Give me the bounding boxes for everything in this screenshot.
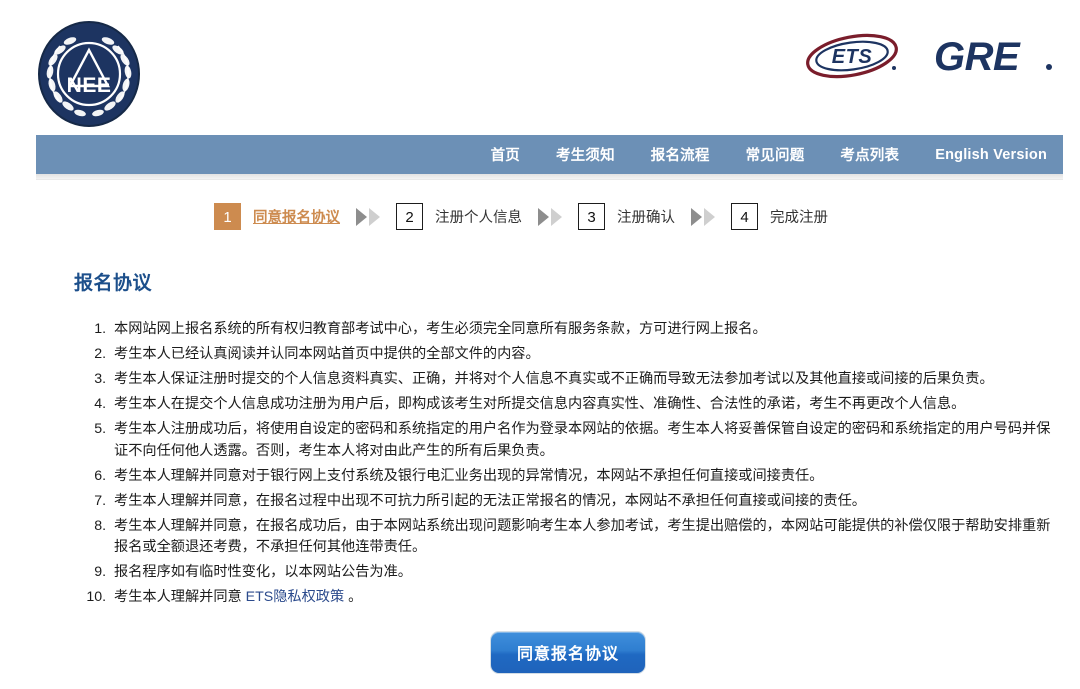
nav-bar: 首页 考生须知 报名流程 常见问题 考点列表 English Version [36, 135, 1063, 174]
step-4-label: 完成注册 [770, 210, 828, 226]
nav-item-process[interactable]: 报名流程 [651, 144, 710, 165]
agreement-terms-list: 本网站网上报名系统的所有权归教育部考试中心，考生必须完全同意所有服务条款，方可进… [74, 319, 1062, 609]
main-navigation: 首页 考生须知 报名流程 常见问题 考点列表 English Version [36, 135, 1063, 180]
step-1-label[interactable]: 同意报名协议 [253, 206, 340, 227]
nav-item-faq[interactable]: 常见问题 [746, 144, 805, 165]
nav-item-home[interactable]: 首页 [491, 144, 520, 165]
list-item: 本网站网上报名系统的所有权归教育部考试中心，考生必须完全同意所有服务条款，方可进… [110, 319, 1062, 341]
page-header: NEE ETS GRE [0, 0, 1080, 135]
page-title: 报名协议 [74, 273, 153, 294]
nav-item-english[interactable]: English Version [935, 147, 1047, 163]
step-4-number: 4 [731, 203, 758, 230]
arrow-right-icon [704, 207, 715, 226]
step-1-number: 1 [214, 203, 241, 230]
step-arrow-3 [691, 207, 715, 226]
nee-logo: NEE [38, 21, 140, 127]
step-3-label: 注册确认 [617, 210, 675, 226]
list-item: 考生本人保证注册时提交的个人信息资料真实、正确，并将对个人信息不真实或不正确而导… [110, 369, 1062, 391]
agreement-content: 报名协议 本网站网上报名系统的所有权归教育部考试中心，考生必须完全同意所有服务条… [0, 268, 1080, 674]
step-1[interactable]: 1 同意报名协议 [214, 203, 340, 230]
list-item-privacy: 考生本人理解并同意 ETS隐私权政策 。 [110, 587, 1062, 609]
arrow-right-icon [369, 207, 380, 226]
privacy-suffix-text: 。 [344, 589, 363, 605]
list-item: 考生本人在提交个人信息成功注册为用户后，即构成该考生对所提交信息内容真实性、准确… [110, 394, 1062, 416]
gre-logo: GRE [934, 35, 1052, 79]
nav-item-notice[interactable]: 考生须知 [556, 144, 615, 165]
arrow-right-icon [538, 207, 549, 226]
step-4: 4 完成注册 [731, 203, 828, 230]
agree-agreement-button[interactable]: 同意报名协议 [489, 630, 646, 674]
privacy-prefix-text: 考生本人理解并同意 [114, 589, 246, 605]
list-item: 考生本人理解并同意，在报名过程中出现不可抗力所引起的无法正常报名的情况，本网站不… [110, 491, 1062, 513]
arrow-right-icon [691, 207, 702, 226]
list-item: 考生本人注册成功后，将使用自设定的密码和系统指定的用户名作为登录本网站的依据。考… [110, 419, 1062, 462]
step-3-number: 3 [578, 203, 605, 230]
brand-marks: ETS GRE [802, 33, 1058, 79]
nav-underline-strip [36, 174, 1063, 180]
arrow-right-icon [356, 207, 367, 226]
step-arrow-1 [356, 207, 380, 226]
nav-item-centers[interactable]: 考点列表 [840, 144, 899, 165]
step-2-number: 2 [396, 203, 423, 230]
step-3: 3 注册确认 [578, 203, 675, 230]
svg-text:ETS: ETS [832, 46, 873, 68]
step-indicator: 1 同意报名协议 2 注册个人信息 3 注册确认 4 完成注册 [0, 203, 1080, 230]
list-item: 考生本人理解并同意，在报名成功后，由于本网站系统出现问题影响考生本人参加考试，考… [110, 516, 1062, 559]
list-item: 报名程序如有临时性变化，以本网站公告为准。 [110, 562, 1062, 584]
step-arrow-2 [538, 207, 562, 226]
arrow-right-icon [551, 207, 562, 226]
submit-row: 同意报名协议 [74, 630, 1062, 674]
step-2: 2 注册个人信息 [396, 203, 522, 230]
ets-logo: ETS [806, 33, 898, 79]
list-item: 考生本人已经认真阅读并认同本网站首页中提供的全部文件的内容。 [110, 344, 1062, 366]
ets-privacy-policy-link[interactable]: ETS隐私权政策 [246, 589, 345, 605]
step-2-label: 注册个人信息 [435, 210, 522, 226]
svg-text:NEE: NEE [67, 74, 112, 97]
svg-text:GRE: GRE [934, 35, 1021, 79]
list-item: 考生本人理解并同意对于银行网上支付系统及银行电汇业务出现的异常情况，本网站不承担… [110, 466, 1062, 488]
